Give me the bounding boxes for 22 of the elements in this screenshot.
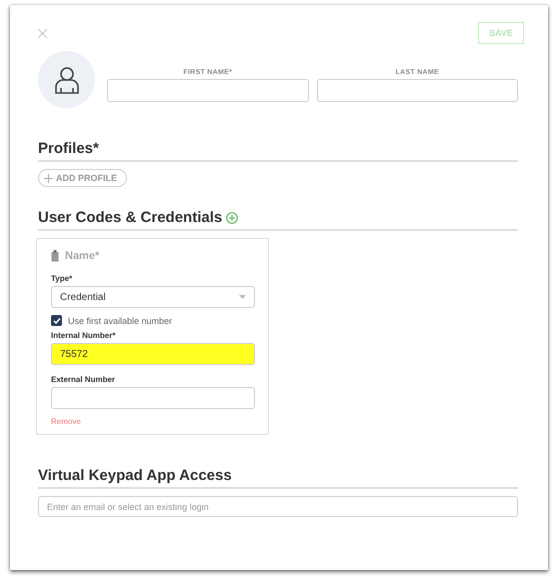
checkbox-label: Use first available number (68, 316, 172, 326)
name-input[interactable] (316, 79, 518, 102)
external-number-input[interactable] (51, 387, 255, 409)
checkbox[interactable] (51, 315, 62, 326)
field-label: External Number (51, 375, 116, 384)
name-input[interactable]: Name* (65, 248, 215, 264)
close-icon[interactable] (38, 28, 47, 38)
section-title: Virtual Keypad App Access (38, 467, 232, 484)
section-title: Profiles* (38, 140, 99, 157)
internal-number-input[interactable]: 75572 (51, 343, 255, 365)
remove-link[interactable]: Remove (51, 417, 255, 426)
add-profile-button[interactable]: ADD PROFILE (38, 169, 128, 187)
plus-icon (44, 174, 53, 182)
type-select[interactable]: Credential (51, 286, 255, 308)
name-input[interactable] (107, 79, 308, 102)
badge-icon (51, 250, 59, 262)
caret-icon (239, 295, 246, 299)
section-title: User Codes & Credentials (38, 209, 222, 226)
field-label: Type* (51, 274, 74, 283)
field-label: Internal Number* (51, 331, 116, 340)
login-input[interactable]: Enter an email or select an existing login (38, 496, 518, 517)
add-circle-icon[interactable] (226, 212, 238, 224)
